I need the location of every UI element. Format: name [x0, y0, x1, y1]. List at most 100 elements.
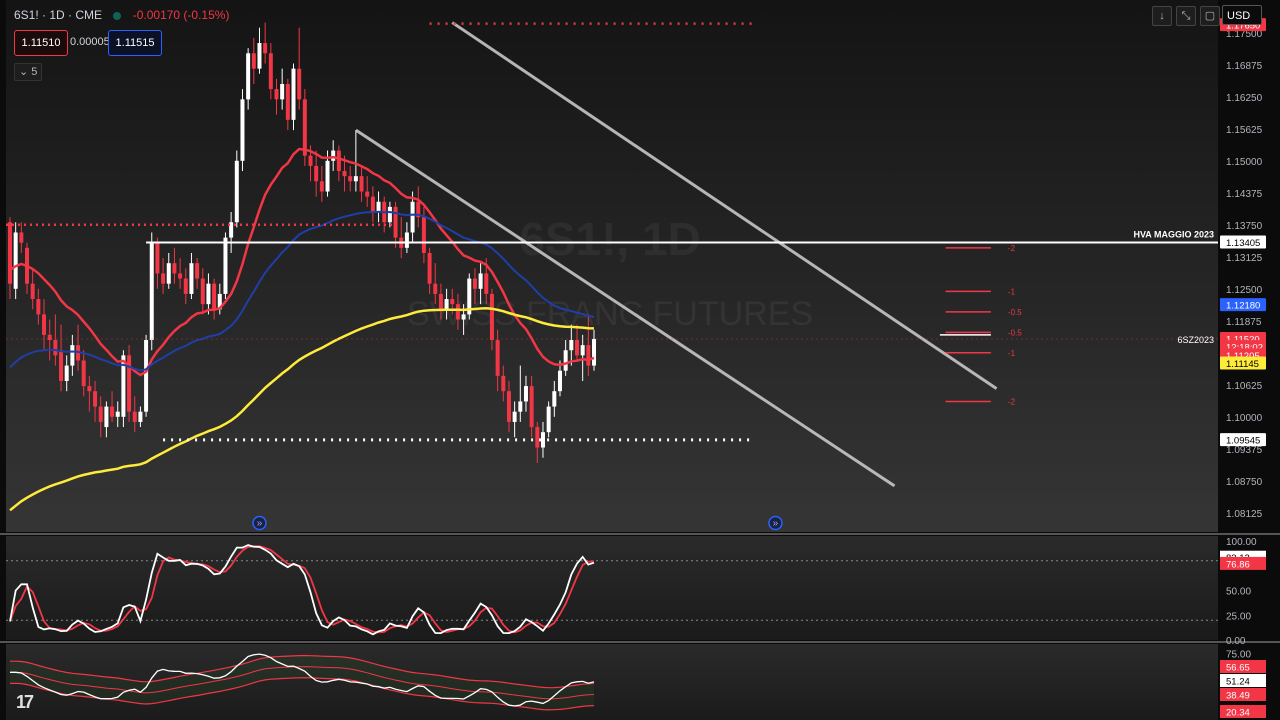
candle-down: [421, 217, 426, 253]
candle-up: [331, 150, 336, 161]
candle-up: [234, 160, 239, 223]
symbol-label: 6S1! · 1D · CME: [14, 8, 103, 22]
price-tick: 1.11875: [1226, 317, 1262, 328]
price-tick: 1.13750: [1226, 221, 1263, 232]
price-tick: 1.16250: [1226, 93, 1263, 104]
candle-up: [166, 263, 171, 284]
candle-down: [30, 283, 35, 300]
candle-up: [257, 43, 262, 69]
candle-down: [433, 283, 438, 294]
candle-up: [580, 345, 585, 356]
price-tick: 1.15625: [1226, 125, 1263, 136]
candle-down: [455, 304, 460, 320]
price-tick: 1.14375: [1226, 189, 1263, 200]
candle-down: [297, 68, 302, 100]
candle-down: [36, 299, 41, 315]
candle-down: [359, 176, 364, 192]
candle-up: [353, 176, 358, 182]
candle-up: [387, 206, 392, 223]
candle-down: [178, 273, 183, 279]
candle-down: [19, 232, 24, 243]
price-axis-badge-text: 1.09545: [1226, 436, 1260, 447]
currency-select[interactable]: USD: [1222, 5, 1262, 25]
price-tick: 1.16875: [1226, 61, 1263, 72]
candle-up: [144, 340, 149, 412]
candle-up: [404, 232, 409, 248]
price-axis-badge-text: 1.12180: [1226, 301, 1260, 312]
fib-level-label: -2: [1008, 244, 1016, 253]
candle-down: [484, 273, 489, 294]
price-tick: 1.12500: [1226, 285, 1263, 296]
candle-down: [172, 263, 177, 274]
candle-up: [592, 338, 597, 366]
candle-up: [546, 406, 551, 433]
indicator-count: 5: [31, 66, 38, 78]
candle-down: [438, 293, 443, 310]
price-tick: 1.08125: [1226, 509, 1263, 520]
price-tick: 1.13125: [1226, 253, 1263, 264]
candle-down: [53, 340, 58, 356]
candle-down: [274, 89, 279, 100]
candle-up: [461, 314, 466, 320]
price-chart[interactable]: 6S1!, 1DSWISS FRANC FUTURES1.175001.1687…: [0, 0, 1280, 720]
candle-up: [104, 406, 109, 428]
candle-down: [59, 350, 64, 381]
candle-down: [81, 360, 86, 387]
candle-down: [93, 391, 98, 407]
candle-down: [314, 165, 319, 182]
rsi-value: 56.65: [1226, 663, 1250, 674]
candle-up: [189, 263, 194, 294]
candle-up: [149, 242, 154, 340]
fib-level-label: -0.5: [1008, 308, 1022, 317]
candle-up: [410, 201, 415, 233]
buy-button[interactable]: 1.11515: [108, 30, 162, 56]
candle-up: [70, 345, 75, 366]
stoch-tick: 0.00: [1226, 636, 1246, 647]
stoch-d-value: 76.86: [1226, 559, 1250, 570]
chart-title: 6S1! · 1D · CME -0.00170 (-0.15%): [14, 8, 229, 22]
candle-down: [575, 340, 579, 356]
candle-up: [223, 237, 228, 294]
candle-down: [302, 99, 307, 156]
candle-down: [365, 191, 370, 197]
stoch-tick: 100.00: [1226, 537, 1257, 548]
candle-down: [285, 84, 290, 120]
candle-up: [138, 411, 143, 422]
price-tick: 1.08750: [1226, 477, 1263, 488]
rsi-value: 51.24: [1226, 677, 1250, 688]
candle-up: [557, 370, 562, 392]
fib-level-label: -2: [1008, 397, 1016, 406]
rsi-value: 38.49: [1226, 691, 1250, 702]
change-label: -0.00170 (-0.15%): [132, 8, 230, 22]
fib-level-label: -1: [1008, 287, 1016, 296]
candle-down: [212, 283, 217, 310]
sell-button[interactable]: 1.11510: [14, 30, 68, 56]
candle-up: [64, 365, 69, 381]
rsi-tick: 75.00: [1226, 650, 1251, 661]
candle-down: [155, 242, 160, 274]
candle-up: [291, 68, 296, 120]
candle-down: [251, 53, 256, 69]
indicators-toggle-button[interactable]: ⌄ 5: [14, 63, 43, 81]
candle-down: [348, 176, 353, 182]
candle-down: [501, 375, 506, 392]
arrow-down-icon[interactable]: ↓: [1152, 6, 1172, 26]
rsi-value: 20.34: [1226, 708, 1250, 719]
frame-icon[interactable]: ▢: [1200, 6, 1220, 26]
main-pane-background: [6, 0, 1218, 532]
candle-up: [115, 411, 120, 417]
candle-down: [370, 196, 375, 212]
tradingview-logo: 17: [16, 692, 34, 712]
candle-down: [529, 386, 534, 428]
chevron-down-icon: ⌄: [19, 66, 29, 78]
candle-down: [132, 411, 137, 422]
candle-down: [110, 406, 115, 417]
collapse-icon[interactable]: ⤡: [1176, 6, 1196, 26]
candle-down: [495, 340, 500, 376]
price-tick: 1.15000: [1226, 157, 1263, 168]
candle-down: [506, 391, 511, 422]
candle-down: [342, 171, 347, 177]
candle-up: [540, 432, 545, 448]
candle-down: [308, 155, 313, 166]
contract-label: 6SZ2023: [1177, 335, 1214, 345]
